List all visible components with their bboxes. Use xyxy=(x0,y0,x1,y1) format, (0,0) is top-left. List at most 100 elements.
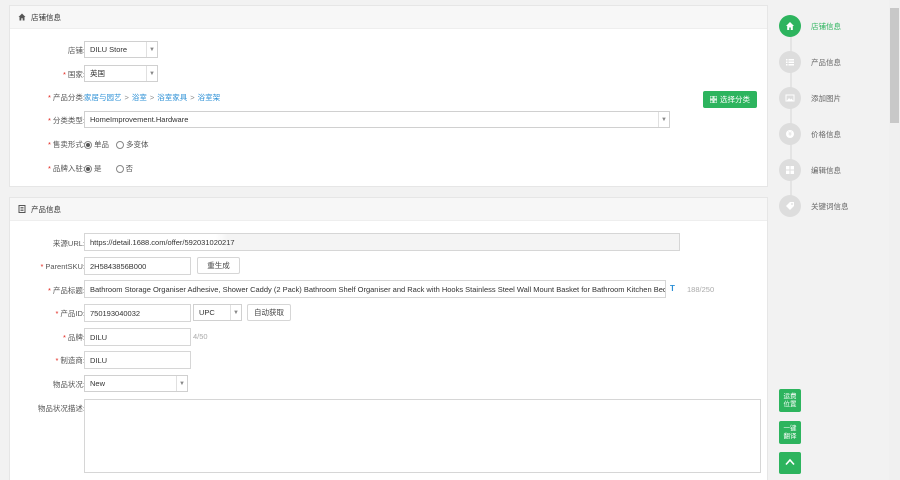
radio-dot xyxy=(84,140,92,149)
store-label: 店铺: xyxy=(67,46,85,55)
choose-category-button[interactable]: 选择分类 xyxy=(703,91,757,108)
product-id-type-value: UPC xyxy=(199,308,215,317)
required-mark: * xyxy=(47,93,51,102)
step-store-info[interactable]: 店铺信息 xyxy=(779,15,841,37)
radio-variants[interactable]: 多变体 xyxy=(116,139,149,150)
category-level-1[interactable]: 家居与园艺 xyxy=(84,92,122,103)
required-mark: * xyxy=(55,309,59,318)
grid-icon xyxy=(710,96,717,103)
parent-sku-label: ParentSKU: xyxy=(45,262,85,271)
radio-yes[interactable]: 是 xyxy=(84,163,102,174)
image-icon xyxy=(779,87,801,109)
tag-icon xyxy=(779,195,801,217)
radio-no-label: 否 xyxy=(125,164,134,173)
radio-no[interactable]: 否 xyxy=(115,163,134,174)
required-mark: * xyxy=(55,356,59,365)
category-level-2[interactable]: 浴室 xyxy=(132,92,147,103)
category-type-value: HomeImprovement.Hardware xyxy=(90,115,189,124)
svg-text:¥: ¥ xyxy=(788,131,792,138)
condition-desc-textarea[interactable] xyxy=(84,399,761,473)
condition-desc-label: 物品状况描述: xyxy=(37,404,85,413)
chevron-up-icon xyxy=(785,458,795,469)
brand-char-count: 4/50 xyxy=(193,332,208,341)
brand-registry-label-wrap: * 品牌入驻: xyxy=(19,163,85,174)
product-id-input[interactable]: 750193040032 xyxy=(84,304,191,322)
auto-fetch-button[interactable]: 自动获取 xyxy=(247,304,291,321)
category-type-label-wrap: * 分类类型: xyxy=(19,115,85,126)
brand-value: DILU xyxy=(90,332,108,342)
radio-dot xyxy=(115,164,124,173)
chevron-down-icon: ▼ xyxy=(146,66,157,81)
store-info-header: 店铺信息 xyxy=(10,6,767,29)
category-label: 产品分类: xyxy=(52,93,85,102)
step-price-info[interactable]: ¥ 价格信息 xyxy=(779,123,841,145)
brand-registry-label: 品牌入驻: xyxy=(52,164,85,173)
regenerate-sku-label: 重生成 xyxy=(207,261,230,270)
step-price-info-label: 价格信息 xyxy=(811,129,841,139)
radio-dot xyxy=(84,164,92,173)
category-type-label: 分类类型: xyxy=(52,116,85,125)
home-icon xyxy=(18,13,26,21)
step-add-images[interactable]: 添加图片 xyxy=(779,87,841,109)
radio-single[interactable]: 单品 xyxy=(84,139,109,150)
condition-label: 物品状况: xyxy=(52,380,85,389)
page-scrollbar[interactable] xyxy=(889,0,900,480)
brand-label: 品牌: xyxy=(67,333,85,342)
product-id-label: 产品ID: xyxy=(60,309,85,318)
country-label: 国家: xyxy=(67,70,85,79)
price-icon: ¥ xyxy=(779,123,801,145)
translate-icon[interactable]: T xyxy=(670,284,675,293)
store-info-panel: 店铺信息 店铺: DILU Store ▼ * 国家: 英国 ▼ * 产品分类: 家… xyxy=(9,5,768,187)
manufacturer-input[interactable]: DILU xyxy=(84,351,191,369)
category-level-4[interactable]: 浴室架 xyxy=(198,92,221,103)
required-mark: * xyxy=(47,286,51,295)
category-separator: > xyxy=(124,93,129,102)
parent-sku-input[interactable]: 2H5843856B000 xyxy=(84,257,191,275)
country-value: 英国 xyxy=(90,69,105,78)
back-to-top-button[interactable] xyxy=(779,452,801,474)
regenerate-sku-button[interactable]: 重生成 xyxy=(197,257,240,274)
product-info-title: 产品信息 xyxy=(31,204,61,214)
country-select[interactable]: 英国 ▼ xyxy=(84,65,158,82)
manufacturer-label-wrap: * 制造商: xyxy=(19,355,85,366)
source-url-input[interactable]: https://detail.1688.com/offer/5920310202… xyxy=(84,233,680,251)
sale-form-radios: 单品 多变体 xyxy=(84,139,156,150)
store-select[interactable]: DILU Store ▼ xyxy=(84,41,158,58)
chevron-down-icon: ▼ xyxy=(176,376,187,391)
brand-input[interactable]: DILU xyxy=(84,328,191,346)
store-info-title: 店铺信息 xyxy=(31,12,61,22)
required-mark: * xyxy=(62,70,66,79)
product-title-label-wrap: * 产品标题: xyxy=(19,285,85,296)
step-keywords-label: 关键词信息 xyxy=(811,201,849,211)
product-id-label-wrap: * 产品ID: xyxy=(19,308,85,319)
category-breadcrumb: 家居与园艺 > 浴室 > 浴室家具 > 浴室架 xyxy=(84,92,220,103)
scrollbar-thumb[interactable] xyxy=(890,8,899,123)
step-product-info-label: 产品信息 xyxy=(811,57,841,67)
step-add-images-label: 添加图片 xyxy=(811,93,841,103)
parent-sku-value: 2H5843856B000 xyxy=(90,261,147,271)
product-id-type-select[interactable]: UPC ▼ xyxy=(193,304,242,321)
product-info-panel: 产品信息 来源URL: https://detail.1688.com/offe… xyxy=(9,197,768,480)
step-edit-info[interactable]: 编辑信息 xyxy=(779,159,841,181)
store-value: DILU Store xyxy=(90,45,128,54)
source-url-value: https://detail.1688.com/offer/5920310202… xyxy=(90,237,235,247)
auto-fetch-label: 自动获取 xyxy=(254,308,284,317)
step-keywords[interactable]: 关键词信息 xyxy=(779,195,849,217)
grid-icon xyxy=(779,159,801,181)
chevron-down-icon: ▼ xyxy=(658,112,669,127)
document-icon xyxy=(18,205,26,213)
translate-all-button[interactable]: 一键 翻译 xyxy=(779,421,801,444)
radio-variants-label: 多变体 xyxy=(126,140,149,149)
country-label-wrap: * 国家: xyxy=(19,69,85,80)
sale-form-label-wrap: * 售卖形式: xyxy=(19,139,85,150)
sale-form-label: 售卖形式: xyxy=(52,140,85,149)
step-product-info[interactable]: 产品信息 xyxy=(779,51,841,73)
category-type-select[interactable]: HomeImprovement.Hardware ▼ xyxy=(84,111,670,128)
location-button[interactable]: 运费 位置 xyxy=(779,389,801,412)
condition-value: New xyxy=(90,379,106,388)
required-mark: * xyxy=(47,140,51,149)
chevron-down-icon: ▼ xyxy=(230,305,241,320)
category-level-3[interactable]: 浴室家具 xyxy=(157,92,187,103)
condition-select[interactable]: New ▼ xyxy=(84,375,188,392)
product-title-input[interactable]: Bathroom Storage Organiser Adhesive, Sho… xyxy=(84,280,666,298)
